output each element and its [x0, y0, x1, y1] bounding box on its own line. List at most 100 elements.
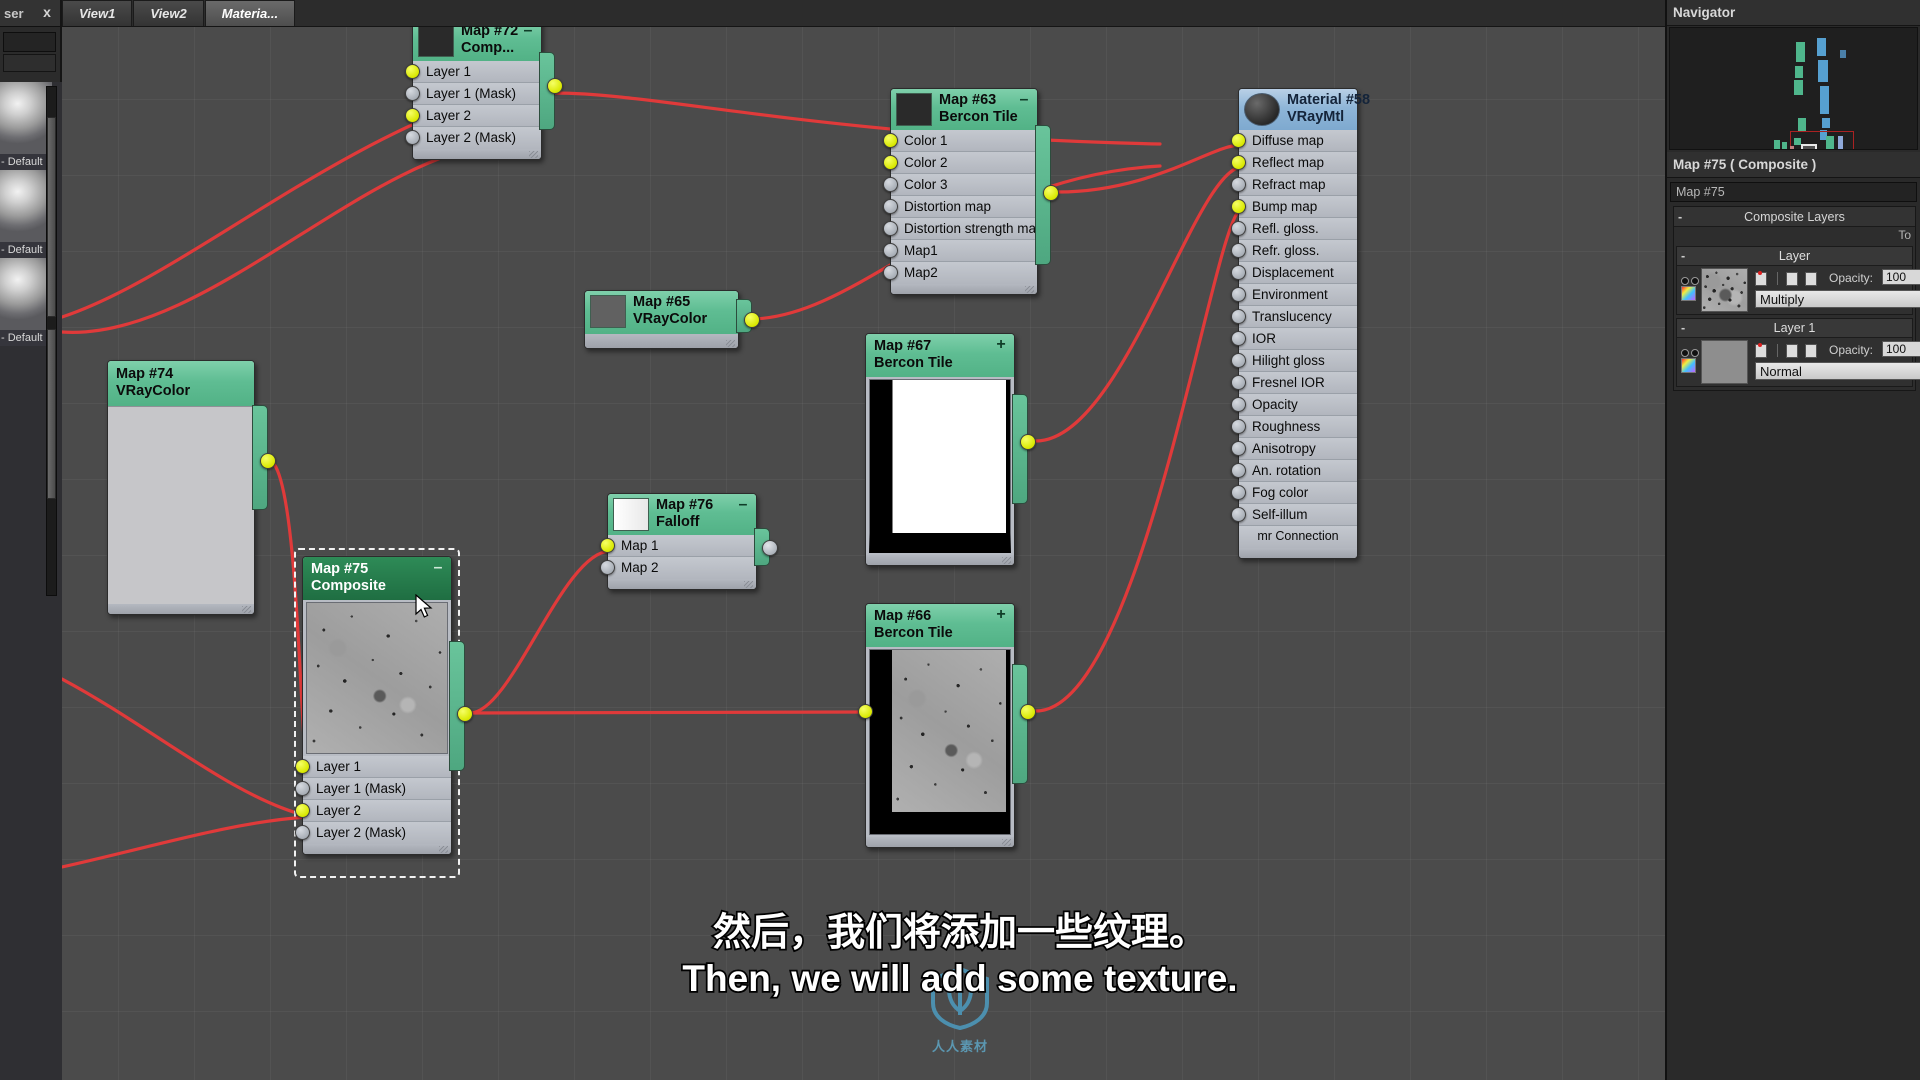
duplicate-icon[interactable]	[1805, 343, 1818, 358]
node-output-port[interactable]	[744, 312, 760, 328]
slot-port[interactable]	[1231, 155, 1246, 170]
collapse-icon[interactable]: –	[431, 560, 445, 576]
slot-port[interactable]	[883, 265, 898, 280]
node-output-port[interactable]	[762, 540, 778, 556]
node-slot[interactable]: Layer 2	[295, 800, 451, 822]
node-output-tab[interactable]	[1012, 664, 1028, 784]
resize-grip[interactable]	[1002, 839, 1011, 846]
node-map-76[interactable]: Map #76 Falloff – Map 1 Map 2	[600, 493, 778, 590]
map-slot-icon[interactable]	[1755, 270, 1767, 286]
node-slot[interactable]: IOR	[1231, 328, 1357, 350]
node-output-port[interactable]	[1020, 434, 1036, 450]
node-slot[interactable]: Reflect map	[1231, 152, 1357, 174]
tab-material[interactable]: Materia...	[204, 0, 296, 26]
slot-port[interactable]	[600, 538, 615, 553]
node-slot[interactable]: Color 2	[883, 152, 1037, 174]
node-output-port[interactable]	[1043, 185, 1059, 201]
mask-slot-icon[interactable]	[1785, 271, 1798, 286]
node-slot[interactable]: Color 3	[883, 174, 1037, 196]
node-slot[interactable]: Distortion strength map	[883, 218, 1044, 240]
visibility-eye-icon[interactable]	[1681, 272, 1703, 285]
color-picker-icon[interactable]	[1681, 286, 1696, 301]
opacity-input[interactable]: 100	[1882, 341, 1920, 357]
node-slot[interactable]: Layer 2	[405, 105, 541, 127]
resize-grip[interactable]	[242, 606, 251, 613]
node-header[interactable]: Map #76 Falloff –	[608, 494, 756, 535]
node-slot[interactable]: Layer 1	[405, 61, 541, 83]
resize-grip[interactable]	[744, 581, 753, 588]
node-slot[interactable]: Map 1	[600, 535, 756, 557]
node-output-port[interactable]	[547, 78, 563, 94]
node-slot[interactable]: Displacement	[1231, 262, 1357, 284]
node-color-swatch[interactable]	[590, 295, 626, 328]
resize-grip[interactable]	[439, 846, 448, 853]
slot-port[interactable]	[405, 86, 420, 101]
node-header[interactable]: Map #66 Bercon Tile +	[866, 604, 1014, 647]
node-map-63[interactable]: Map #63 Bercon Tile – Color 1 Color 2 Co…	[883, 88, 1059, 295]
node-slot[interactable]: Refr. gloss.	[1231, 240, 1357, 262]
node-slot[interactable]: Anisotropy	[1231, 438, 1357, 460]
node-slot[interactable]: Self-illum	[1231, 504, 1357, 526]
node-map-74[interactable]: Map #74 VRayColor	[107, 360, 276, 615]
node-slot[interactable]: Layer 2 (Mask)	[405, 127, 541, 149]
slot-port[interactable]	[405, 108, 420, 123]
visibility-eye-icon[interactable]	[1681, 344, 1703, 357]
slot-port[interactable]	[883, 133, 898, 148]
slot-port[interactable]	[883, 155, 898, 170]
slot-port[interactable]	[1231, 309, 1246, 324]
resize-grip[interactable]	[529, 151, 538, 158]
slot-port[interactable]	[295, 759, 310, 774]
node-slot[interactable]: Distortion map	[883, 196, 1037, 218]
slot-port[interactable]	[883, 199, 898, 214]
opacity-input[interactable]: 100	[1882, 269, 1920, 285]
node-output-port[interactable]	[260, 453, 276, 469]
node-header[interactable]: Map #63 Bercon Tile –	[891, 89, 1037, 130]
slot-port[interactable]	[405, 64, 420, 79]
slot-port[interactable]	[1231, 177, 1246, 192]
node-slot[interactable]: Map 2	[600, 557, 756, 579]
node-slot[interactable]: Layer 1 (Mask)	[405, 83, 541, 105]
node-input-port[interactable]	[858, 704, 873, 719]
list-item[interactable]: - Layer Opacity: 100 Multiply	[1676, 246, 1920, 315]
resize-grip[interactable]	[726, 340, 735, 347]
navigator-minimap[interactable]	[1669, 27, 1918, 150]
slot-port[interactable]	[883, 221, 898, 236]
list-item[interactable]: - Default	[0, 258, 52, 346]
slot-port[interactable]	[1231, 375, 1246, 390]
tab-view1[interactable]: View1	[62, 0, 133, 26]
layer-thumbnail[interactable]	[1701, 340, 1748, 384]
node-header[interactable]: Material #58 VRayMtl	[1239, 89, 1370, 130]
node-map-65[interactable]: Map #65 VRayColor	[584, 290, 760, 349]
close-icon[interactable]: x	[38, 3, 56, 21]
collapse-icon[interactable]: –	[1017, 92, 1031, 108]
slot-port[interactable]	[1231, 463, 1246, 478]
slot-port[interactable]	[295, 781, 310, 796]
node-slot[interactable]: An. rotation	[1231, 460, 1357, 482]
node-slot[interactable]: Refl. gloss.	[1231, 218, 1357, 240]
node-header[interactable]: Map #65 VRayColor	[585, 291, 738, 334]
rollout-header[interactable]: - Composite Layers	[1674, 207, 1915, 227]
layer-header[interactable]: - Layer	[1677, 247, 1912, 266]
node-material-58[interactable]: Material #58 VRayMtl Diffuse map Reflect…	[1231, 88, 1370, 559]
node-output-port[interactable]	[1020, 704, 1036, 720]
collapse-icon[interactable]: -	[1678, 207, 1682, 227]
browser-search-input[interactable]	[3, 32, 56, 52]
node-slot[interactable]: Refract map	[1231, 174, 1357, 196]
node-slot[interactable]: Map1	[883, 240, 1037, 262]
slot-port[interactable]	[1231, 485, 1246, 500]
node-map-67[interactable]: Map #67 Bercon Tile +	[865, 333, 1036, 566]
node-slot[interactable]: Fog color	[1231, 482, 1357, 504]
minimap-current-view[interactable]	[1801, 144, 1817, 149]
list-item[interactable]: - Default	[0, 170, 52, 258]
node-slot[interactable]: Fresnel IOR	[1231, 372, 1357, 394]
node-slot[interactable]: Translucency	[1231, 306, 1357, 328]
node-slot[interactable]: Opacity	[1231, 394, 1357, 416]
node-map-66[interactable]: Map #66 Bercon Tile +	[858, 603, 1036, 848]
slot-port[interactable]	[1231, 331, 1246, 346]
slot-port[interactable]	[600, 560, 615, 575]
node-slot[interactable]: Hilight gloss	[1231, 350, 1357, 372]
layer-header[interactable]: - Layer 1	[1677, 319, 1912, 338]
scrollbar-thumb[interactable]	[47, 117, 56, 317]
expand-icon[interactable]: +	[994, 337, 1008, 353]
slot-port[interactable]	[1231, 397, 1246, 412]
